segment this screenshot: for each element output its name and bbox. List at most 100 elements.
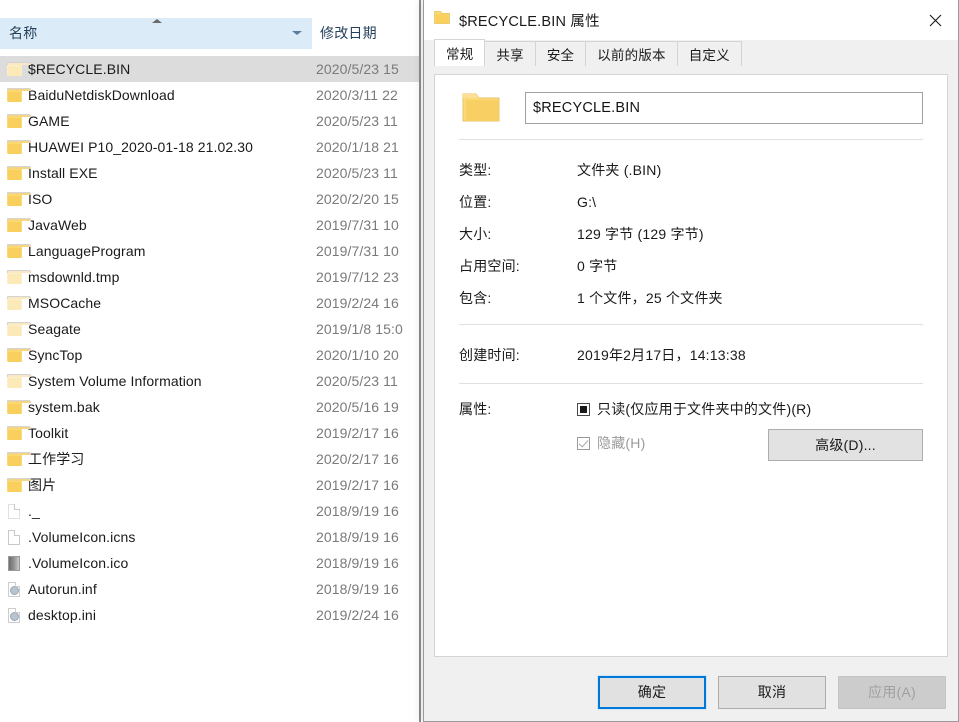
file-row[interactable]: system.bak 2020/5/16 19 bbox=[0, 394, 421, 420]
file-icon-cell bbox=[0, 114, 31, 128]
readonly-checkbox-row[interactable]: 只读(仅应用于文件夹中的文件)(R) bbox=[577, 398, 923, 420]
tab-0[interactable]: 常规 bbox=[434, 39, 486, 66]
file-name: Autorun.inf bbox=[28, 581, 97, 597]
chevron-down-icon[interactable] bbox=[292, 31, 302, 35]
file-row[interactable]: Seagate 2019/1/8 15:0 bbox=[0, 316, 421, 342]
info-row: 位置: G:\ bbox=[459, 186, 923, 218]
file-icon-cell bbox=[0, 529, 28, 545]
folder-icon bbox=[6, 88, 31, 102]
folder-icon bbox=[6, 166, 31, 180]
file-row[interactable]: ISO 2020/2/20 15 bbox=[0, 186, 421, 212]
folder-icon bbox=[6, 296, 31, 310]
file-name: .VolumeIcon.icns bbox=[28, 529, 136, 545]
info-row: 大小: 129 字节 (129 字节) bbox=[459, 218, 923, 250]
file-date-modified: 2018/9/19 16 bbox=[316, 555, 399, 571]
info-row: 包含: 1 个文件，25 个文件夹 bbox=[459, 282, 923, 314]
config-file-icon bbox=[8, 607, 20, 623]
file-row[interactable]: LanguageProgram 2019/7/31 10 bbox=[0, 238, 421, 264]
ico-file-icon bbox=[8, 555, 20, 571]
info-value: 1 个文件，25 个文件夹 bbox=[577, 290, 723, 306]
folder-icon bbox=[6, 348, 31, 362]
file-row[interactable]: 工作学习 2020/2/17 16 bbox=[0, 446, 421, 472]
folder-large-icon bbox=[459, 91, 503, 124]
file-name: MSOCache bbox=[28, 295, 102, 311]
file-icon-cell bbox=[0, 244, 31, 258]
file-row[interactable]: desktop.ini 2019/2/24 16 bbox=[0, 602, 421, 628]
file-name: GAME bbox=[28, 113, 70, 129]
file-row[interactable]: $RECYCLE.BIN 2020/5/23 15 bbox=[0, 56, 421, 82]
file-name: system.bak bbox=[28, 399, 100, 415]
file-date-modified: 2019/2/24 16 bbox=[316, 295, 399, 311]
file-row[interactable]: BaiduNetdiskDownload 2020/3/11 22 bbox=[0, 82, 421, 108]
file-row[interactable]: SyncTop 2020/1/10 20 bbox=[0, 342, 421, 368]
info-row: 占用空间: 0 字节 bbox=[459, 250, 923, 282]
file-name: HUAWEI P10_2020-01-18 21.02.30 bbox=[28, 139, 254, 155]
folder-icon bbox=[434, 10, 450, 30]
file-date-modified: 2020/5/23 15 bbox=[316, 61, 399, 77]
file-name: ISO bbox=[28, 191, 53, 207]
tab-1[interactable]: 共享 bbox=[484, 41, 536, 66]
tab-2[interactable]: 安全 bbox=[534, 41, 587, 66]
file-row[interactable]: Toolkit 2019/2/17 16 bbox=[0, 420, 421, 446]
file-icon-cell bbox=[0, 88, 31, 102]
file-row[interactable]: ._ 2018/9/19 16 bbox=[0, 498, 421, 524]
file-icon-cell bbox=[0, 192, 31, 206]
file-name: .VolumeIcon.ico bbox=[28, 555, 129, 571]
info-value: 0 字节 bbox=[577, 258, 618, 274]
file-icon-cell bbox=[0, 296, 31, 310]
file-list[interactable]: $RECYCLE.BIN 2020/5/23 15 BaiduNetdiskDown… bbox=[0, 56, 421, 722]
close-button[interactable] bbox=[912, 0, 958, 40]
file-icon-cell bbox=[0, 452, 31, 466]
file-name: ._ bbox=[28, 503, 40, 519]
column-header-name[interactable]: 名称 bbox=[0, 17, 313, 49]
file-row[interactable]: MSOCache 2019/2/24 16 bbox=[0, 290, 421, 316]
file-row[interactable]: GAME 2020/5/23 11 bbox=[0, 108, 421, 134]
tab-label: 自定义 bbox=[688, 48, 730, 63]
folder-icon bbox=[6, 374, 31, 388]
folder-name-input[interactable]: $RECYCLE.BIN bbox=[525, 91, 923, 124]
file-row[interactable]: JavaWeb 2019/7/31 10 bbox=[0, 212, 421, 238]
file-name: JavaWeb bbox=[28, 217, 87, 233]
cancel-button[interactable]: 取消 bbox=[718, 675, 826, 709]
dialog-titlebar[interactable]: $RECYCLE.BIN 属性 bbox=[424, 0, 958, 40]
folder-icon bbox=[6, 192, 31, 206]
folder-icon bbox=[6, 452, 31, 466]
tab-4[interactable]: 自定义 bbox=[676, 41, 742, 66]
file-name: Install EXE bbox=[28, 165, 98, 181]
file-row[interactable]: 图片 2019/2/17 16 bbox=[0, 472, 421, 498]
file-icon bbox=[8, 529, 20, 545]
file-name: LanguageProgram bbox=[28, 243, 146, 259]
checkbox-indeterminate-icon[interactable] bbox=[577, 402, 590, 416]
tab-panel-general: $RECYCLE.BIN 类型: 文件夹 (.BIN) 位置: G:\ 大小: 129 字… bbox=[434, 74, 948, 657]
advanced-button[interactable]: 高级(D)... bbox=[768, 429, 923, 461]
column-header-name-label: 名称 bbox=[9, 25, 38, 41]
file-icon-cell bbox=[0, 503, 28, 519]
tab-3[interactable]: 以前的版本 bbox=[585, 41, 678, 66]
file-icon-cell bbox=[0, 218, 31, 232]
file-row[interactable]: Autorun.inf 2018/9/19 16 bbox=[0, 576, 421, 602]
file-icon-cell bbox=[0, 62, 31, 76]
pane-divider bbox=[419, 0, 421, 722]
column-header-bar: 名称 修改日期 bbox=[0, 17, 421, 49]
file-row[interactable]: System Volume Information 2020/5/23 11 bbox=[0, 368, 421, 394]
dialog-footer: 确定 取消 应用(A) bbox=[424, 663, 958, 721]
apply-button: 应用(A) bbox=[838, 675, 946, 709]
ok-button[interactable]: 确定 bbox=[597, 674, 707, 710]
file-row[interactable]: .VolumeIcon.ico 2018/9/19 16 bbox=[0, 550, 421, 576]
attributes-block: 属性: 只读(仅应用于文件夹中的文件)(R) 隐藏(H) 高级(D)... bbox=[459, 384, 923, 461]
checkbox-checked-icon bbox=[577, 436, 590, 450]
file-explorer-pane: 名称 修改日期 $RECYCLE.BIN 2020/5/23 15 BaiduNet… bbox=[0, 0, 421, 722]
file-row[interactable]: msdownld.tmp 2019/7/12 23 bbox=[0, 264, 421, 290]
column-header-date-modified[interactable]: 修改日期 bbox=[313, 17, 421, 49]
file-icon-cell bbox=[0, 581, 28, 597]
file-date-modified: 2019/2/17 16 bbox=[316, 477, 399, 493]
info-label: 占用空间: bbox=[459, 258, 520, 274]
file-name: desktop.ini bbox=[28, 607, 97, 623]
tab-label: 共享 bbox=[496, 48, 524, 63]
file-row[interactable]: .VolumeIcon.icns 2018/9/19 16 bbox=[0, 524, 421, 550]
file-date-modified: 2020/5/23 11 bbox=[316, 113, 398, 129]
dialog-tabs[interactable]: 常规 共享 安全 以前的版本 自定义 bbox=[434, 39, 958, 66]
file-name: 工作学习 bbox=[28, 451, 85, 467]
file-row[interactable]: HUAWEI P10_2020-01-18 21.02.30 2020/1/18 … bbox=[0, 134, 421, 160]
file-row[interactable]: Install EXE 2020/5/23 11 bbox=[0, 160, 421, 186]
